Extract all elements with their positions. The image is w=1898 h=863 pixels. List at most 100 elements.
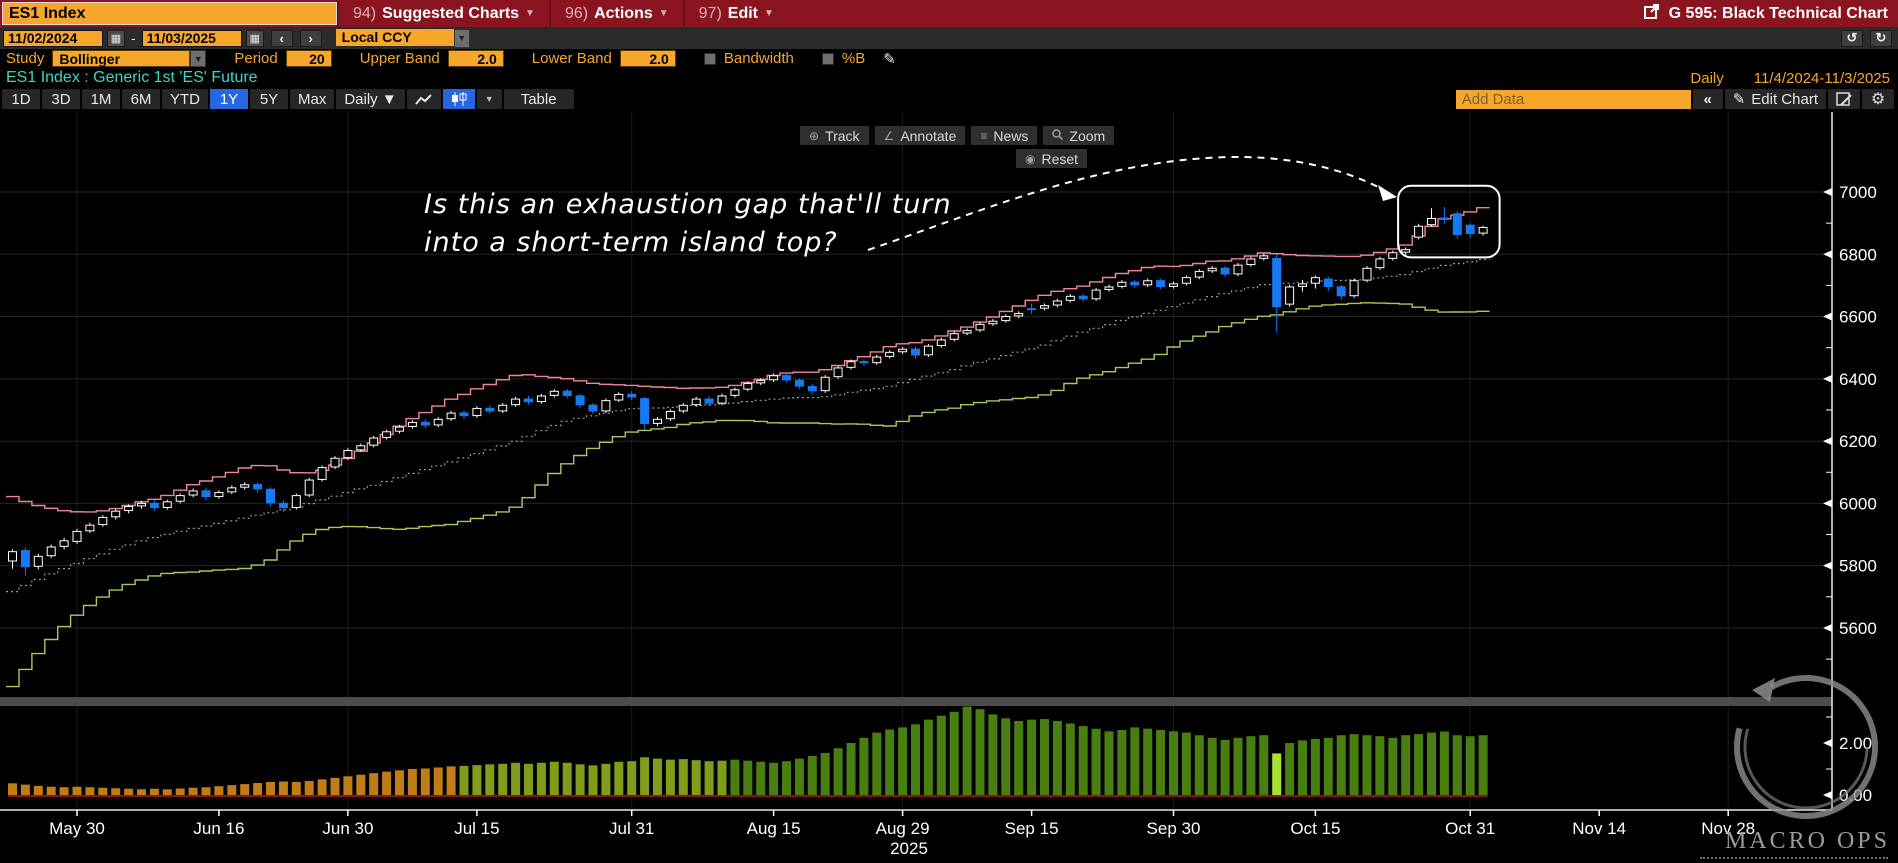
bandwidth-bar (369, 773, 379, 795)
price-axis-label: 5600 (1839, 619, 1877, 638)
track-crosshair-icon: ⊕ (809, 128, 820, 143)
bandwidth-bar (214, 786, 224, 795)
time-axis-label: Jun 30 (322, 819, 373, 838)
tab-5y[interactable]: 5Y (250, 89, 288, 109)
menu-suggested-charts[interactable]: 94) Suggested Charts ▼ (337, 0, 549, 27)
edit-study-pencil-icon[interactable]: ✎ (883, 50, 896, 68)
bandwidth-bar (923, 719, 933, 795)
time-axis-label: Oct 15 (1290, 819, 1340, 838)
candle-chart-icon[interactable] (442, 89, 475, 109)
lower-band-input[interactable]: 2.0 (619, 50, 676, 67)
menu-edit[interactable]: 97) Edit ▼ (682, 0, 788, 27)
upper-band-label: Upper Band (359, 50, 440, 67)
chevron-down-icon[interactable]: ▼ (453, 28, 470, 48)
tab-1y-selected[interactable]: 1Y (210, 89, 248, 109)
tab-1m[interactable]: 1M (82, 89, 120, 109)
next-range-button[interactable]: › (299, 29, 322, 47)
bandwidth-bar (1104, 731, 1114, 795)
collapse-panel-button[interactable]: « (1692, 89, 1723, 109)
security-ticker-input[interactable]: ES1 Index (2, 2, 337, 25)
candle-up (59, 540, 69, 547)
candle-up (175, 495, 185, 502)
period-input[interactable]: 20 (285, 50, 332, 67)
candle-up (240, 484, 250, 488)
undo-button[interactable]: ↺ (1841, 29, 1863, 47)
upper-band-input[interactable]: 2.0 (447, 50, 504, 67)
reset-icon: ◉ (1025, 151, 1036, 166)
chevron-down-icon: ▼ (764, 8, 774, 19)
bandwidth-bar (1323, 737, 1333, 795)
prev-range-button[interactable]: ‹ (270, 29, 293, 47)
candle-up (1117, 281, 1127, 287)
calendar-icon[interactable]: ▦ (107, 29, 125, 47)
line-chart-icon[interactable] (406, 89, 441, 109)
tab-3d[interactable]: 3D (42, 89, 80, 109)
bandwidth-bar (137, 789, 146, 795)
end-date-input[interactable]: 11/03/2025 (141, 29, 242, 47)
bandwidth-bar (1052, 720, 1062, 795)
bandwidth-bar (601, 763, 611, 795)
edit-chart-button[interactable]: ✎ Edit Chart (1724, 89, 1826, 109)
table-button[interactable]: Table (503, 89, 574, 109)
add-data-input[interactable]: Add Data (1455, 89, 1691, 109)
calendar-icon[interactable]: ▦ (245, 29, 264, 47)
bandwidth-bar (911, 724, 920, 795)
tab-max[interactable]: Max (290, 89, 335, 109)
news-button[interactable]: ≡ News (971, 126, 1038, 145)
chart-settings-icon[interactable] (1828, 89, 1860, 109)
candle-up (653, 418, 662, 424)
export-icon[interactable] (1643, 3, 1660, 24)
bandwidth-bar (8, 783, 17, 795)
track-button[interactable]: ⊕ Track (800, 126, 869, 145)
candle-up (446, 412, 456, 420)
candle-up (1414, 225, 1424, 238)
start-date-input[interactable]: 11/02/2024 (3, 29, 103, 47)
gear-icon[interactable]: ⚙ (1862, 89, 1894, 109)
candle-down (640, 398, 650, 424)
menu-actions[interactable]: 96) Actions ▼ (548, 0, 683, 27)
candle-up (1194, 270, 1204, 278)
bandwidth-bar (1181, 732, 1191, 795)
tab-ytd[interactable]: YTD (162, 89, 208, 109)
bandwidth-bar (1427, 732, 1436, 795)
candle-up (111, 510, 121, 518)
tab-6m[interactable]: 6M (122, 89, 160, 109)
watermark-tagline (1700, 857, 1888, 859)
time-axis-label: Jul 31 (609, 819, 654, 838)
candle-down (1452, 213, 1462, 235)
pctb-checkbox[interactable] (821, 52, 834, 65)
bandwidth-checkbox[interactable] (703, 52, 716, 65)
frequency-select[interactable]: Daily ▼ (336, 89, 405, 109)
bandwidth-bar (1401, 735, 1411, 795)
date-range-label: 11/4/2024-11/3/2025 (1753, 69, 1890, 87)
time-axis-label: Aug 29 (876, 819, 930, 838)
candle-up (188, 490, 198, 496)
reset-button[interactable]: ◉ Reset (1016, 149, 1088, 168)
candle-up (304, 479, 314, 496)
currency-select[interactable]: Local CCY (335, 28, 454, 46)
candle-down (704, 398, 714, 404)
candle-up (549, 390, 559, 396)
bandwidth-bar (782, 761, 791, 795)
pane-divider[interactable] (0, 697, 1832, 706)
zoom-button[interactable]: Zoom (1043, 126, 1115, 145)
bandwidth-bar (1375, 736, 1385, 795)
candle-up (1143, 280, 1153, 286)
annotate-button[interactable]: ∠ Annotate (874, 126, 966, 145)
candle-up (691, 398, 701, 406)
bandwidth-bar (898, 727, 908, 795)
chart-type-dropdown[interactable]: ▼ (476, 89, 502, 109)
candle-up (124, 506, 134, 512)
candle-up (820, 376, 830, 392)
time-axis-label: Sep 15 (1005, 819, 1059, 838)
candle-up (343, 449, 353, 459)
bandwidth-bar (1207, 737, 1217, 795)
time-axis-label: May 30 (49, 819, 105, 838)
tab-1d[interactable]: 1D (2, 89, 40, 109)
candle-up (1065, 295, 1075, 301)
redo-button[interactable]: ↻ (1870, 29, 1892, 47)
bandwidth-bar (459, 765, 469, 795)
study-select[interactable]: Bollinger (52, 50, 191, 67)
bollinger-middle-band (6, 258, 1490, 593)
chevron-down-icon[interactable]: ▼ (190, 50, 207, 67)
